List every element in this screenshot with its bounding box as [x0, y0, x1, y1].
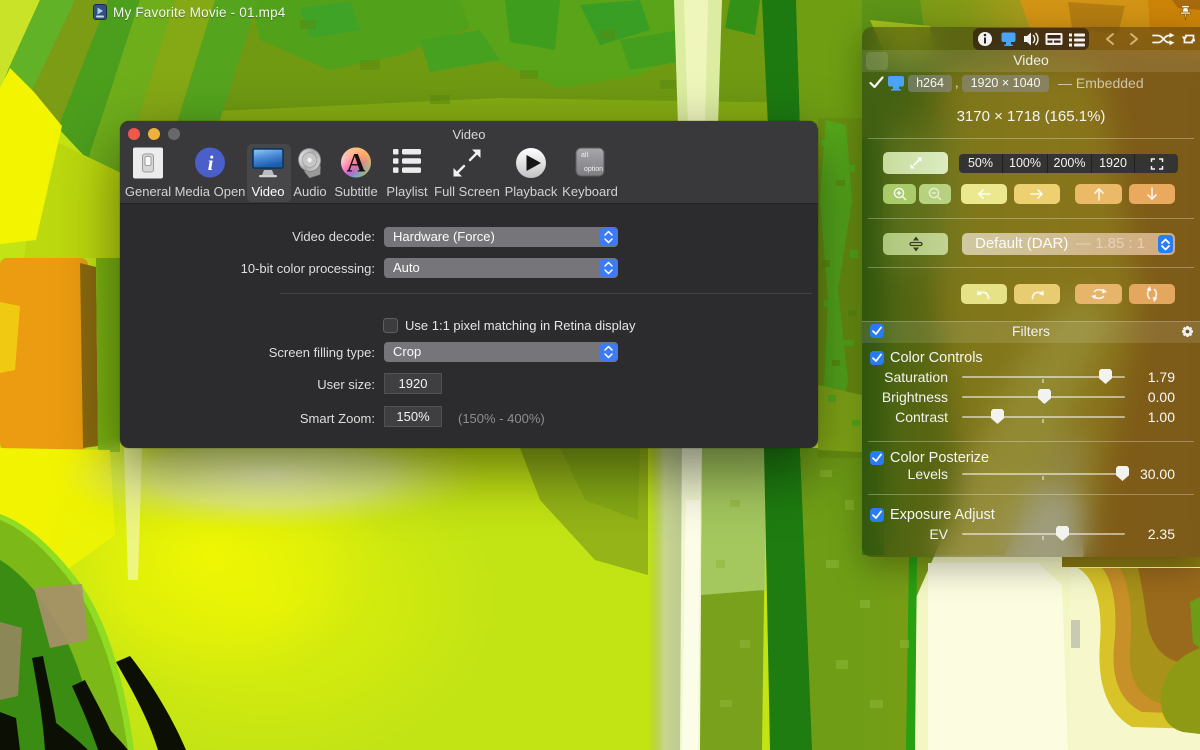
- svg-text:option: option: [584, 166, 603, 173]
- svg-text:A: A: [347, 149, 366, 178]
- svg-text:alt: alt: [581, 152, 588, 159]
- svg-text:i: i: [208, 151, 214, 175]
